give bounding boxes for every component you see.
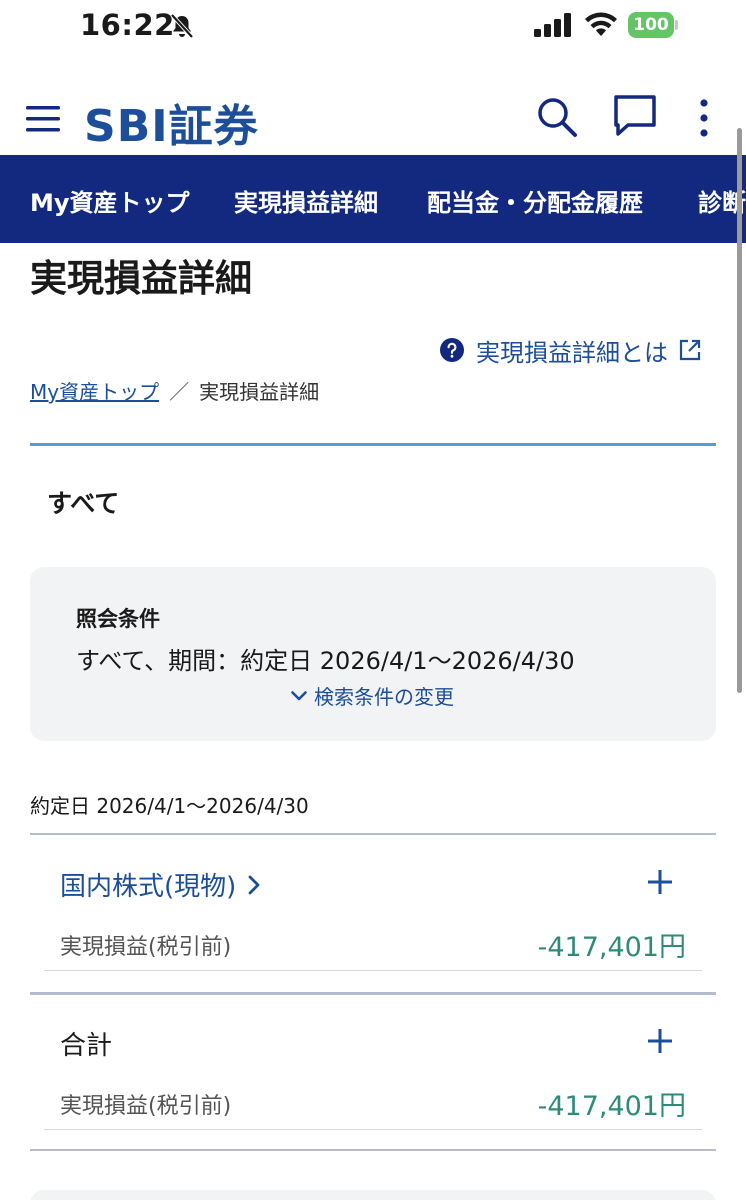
kebab-icon[interactable] bbox=[696, 98, 712, 138]
battery-level: 100 bbox=[628, 12, 674, 38]
sbi-logo[interactable]: SBI証券 bbox=[84, 90, 259, 154]
query-conditions-box: 照会条件 すべて、期間：約定日 2026/4/1〜2026/4/30 検索条件の… bbox=[30, 567, 716, 741]
domestic-stock-pl-label: 実現損益(税引前) bbox=[60, 935, 232, 960]
change-search-conditions-button[interactable]: 検索条件の変更 bbox=[290, 681, 454, 710]
wifi-icon bbox=[585, 12, 617, 36]
status-bar: 16:22 100 bbox=[0, 0, 746, 54]
app-header: SBI証券 bbox=[0, 80, 746, 155]
breadcrumb-current: 実現損益詳細 bbox=[199, 380, 320, 404]
menu-icon[interactable] bbox=[26, 102, 60, 136]
status-time: 16:22 bbox=[80, 8, 175, 42]
breadcrumb-separator: ／ bbox=[169, 380, 190, 404]
nav-item-my-assets[interactable]: My資産トップ bbox=[30, 183, 190, 218]
nav-item-dividends[interactable]: 配当金・分配金履歴 bbox=[427, 183, 643, 218]
breadcrumb-home[interactable]: My資産トップ bbox=[30, 376, 159, 405]
bottom-card bbox=[30, 1190, 716, 1200]
tab-underline bbox=[30, 443, 716, 446]
plus-icon[interactable] bbox=[647, 1028, 673, 1054]
chevron-right-icon bbox=[248, 875, 260, 894]
help-link-label: 実現損益詳細とは bbox=[476, 338, 668, 367]
query-conditions-label: 照会条件 bbox=[76, 607, 160, 631]
domestic-stock-section-link[interactable]: 国内株式(現物) bbox=[60, 866, 262, 903]
query-conditions-value: すべて、期間：約定日 2026/4/1〜2026/4/30 bbox=[76, 647, 575, 675]
search-icon[interactable] bbox=[536, 96, 578, 138]
question-circle-icon bbox=[440, 338, 464, 362]
nav-item-realized-pl[interactable]: 実現損益詳細 bbox=[234, 183, 378, 218]
battery-icon: 100 bbox=[628, 12, 678, 38]
tab-all[interactable]: すべて bbox=[47, 484, 119, 520]
period-label: 約定日 2026/4/1〜2026/4/30 bbox=[30, 794, 309, 818]
page-title: 実現損益詳細 bbox=[30, 257, 252, 300]
domestic-stock-pl-value: -417,401円 bbox=[537, 932, 686, 963]
chevron-down-icon bbox=[291, 690, 307, 700]
total-top-divider bbox=[30, 992, 716, 995]
signal-icon bbox=[534, 13, 571, 37]
change-search-conditions-label: 検索条件の変更 bbox=[314, 685, 454, 709]
domestic-stock-title: 国内株式(現物) bbox=[60, 872, 237, 902]
nav-bar: My資産トップ 実現損益詳細 配当金・分配金履歴 診断 bbox=[0, 155, 746, 243]
total-pl-label: 実現損益(税引前) bbox=[60, 1094, 232, 1119]
battery-tip bbox=[675, 20, 678, 30]
scrollbar[interactable] bbox=[737, 128, 742, 693]
plus-icon[interactable] bbox=[647, 869, 673, 895]
bell-slash-icon bbox=[170, 13, 194, 39]
results-top-divider bbox=[30, 833, 716, 835]
chat-icon[interactable] bbox=[612, 94, 658, 138]
total-title: 合計 bbox=[60, 1031, 113, 1061]
section-divider bbox=[44, 970, 702, 971]
breadcrumb: My資産トップ ／ 実現損益詳細 bbox=[30, 376, 319, 405]
results-bottom-divider bbox=[30, 1149, 716, 1151]
section-divider bbox=[44, 1129, 702, 1130]
help-link[interactable]: 実現損益詳細とは bbox=[440, 334, 702, 367]
external-link-icon bbox=[679, 339, 701, 361]
total-pl-value: -417,401円 bbox=[537, 1091, 686, 1122]
